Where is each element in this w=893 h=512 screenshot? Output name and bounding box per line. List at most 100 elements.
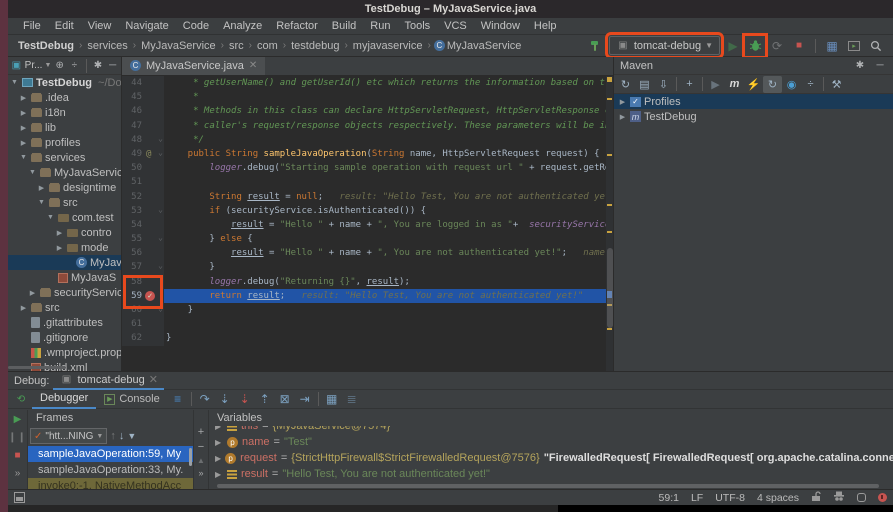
- project-tree-item[interactable]: ▼com.test: [8, 210, 121, 225]
- fold-marker-icon[interactable]: ⌄: [158, 203, 163, 217]
- code-view[interactable]: 44 * getUserName() and getUserId() etc w…: [122, 76, 613, 371]
- expand-arrow-icon[interactable]: ▶: [215, 454, 221, 463]
- gutter-cell[interactable]: 53⌄: [122, 204, 164, 218]
- tree-arrow-icon[interactable]: ▶: [37, 184, 46, 192]
- layout-settings-icon[interactable]: ≡: [168, 392, 188, 406]
- project-tree-item[interactable]: ▼services: [8, 150, 121, 165]
- project-tree-item[interactable]: ▶contro: [8, 225, 121, 240]
- resume-button[interactable]: ▶: [14, 414, 22, 425]
- next-frame-icon[interactable]: ↓: [119, 430, 125, 442]
- gutter-cell[interactable]: 60⌄: [122, 303, 164, 317]
- remove-watch-icon[interactable]: −: [198, 441, 204, 453]
- menu-window[interactable]: Window: [474, 20, 527, 32]
- toolwindow-switcher-icon[interactable]: [14, 492, 25, 503]
- more-actions-icon[interactable]: »: [15, 468, 21, 479]
- project-view-icon[interactable]: ▣: [10, 59, 23, 73]
- hector-inspector-icon[interactable]: [833, 491, 845, 505]
- tree-arrow-icon[interactable]: ▶: [618, 113, 627, 121]
- tree-arrow-icon[interactable]: ▶: [19, 304, 28, 312]
- prev-frame-icon[interactable]: ↑: [110, 430, 116, 442]
- expand-arrow-icon[interactable]: ▶: [215, 438, 223, 447]
- gutter-cell[interactable]: 52: [122, 190, 164, 204]
- collapse-all-icon[interactable]: ÷: [801, 76, 820, 93]
- frames-scrollbar[interactable]: [189, 448, 192, 466]
- error-stripe[interactable]: [606, 76, 613, 371]
- debug-button[interactable]: [746, 37, 764, 55]
- build-hammer-icon[interactable]: [587, 37, 605, 55]
- locate-file-icon[interactable]: ⊕: [53, 59, 66, 73]
- frame-row[interactable]: sampleJavaOperation:33, My.: [28, 462, 193, 478]
- fold-marker-icon[interactable]: ⌄: [158, 302, 163, 316]
- project-tree-item[interactable]: ▶src: [8, 300, 121, 315]
- expand-arrow-icon[interactable]: ▶: [215, 426, 223, 431]
- tree-arrow-icon[interactable]: ▼: [28, 169, 37, 176]
- fold-marker-icon[interactable]: ⌄: [158, 259, 163, 273]
- fold-marker-icon[interactable]: ⌄: [158, 132, 163, 146]
- expand-arrow-icon[interactable]: ▶: [215, 470, 223, 479]
- tree-arrow-icon[interactable]: ▶: [19, 94, 28, 102]
- fold-marker-icon[interactable]: ⌄: [158, 231, 163, 245]
- layout-icon[interactable]: ≣: [342, 392, 362, 406]
- project-tree-item[interactable]: .gitignore: [8, 330, 121, 345]
- gutter-cell[interactable]: 48⌄: [122, 133, 164, 147]
- memory-indicator-icon[interactable]: [857, 493, 866, 502]
- project-tree-item[interactable]: ▼MyJavaServic: [8, 165, 121, 180]
- breakpoint-icon[interactable]: ✓: [145, 291, 155, 301]
- breadcrumb-item[interactable]: testdebug: [289, 40, 341, 52]
- thread-select[interactable]: ✓ "htt...NING ▼: [30, 428, 107, 444]
- variable-row[interactable]: ▶result = "Hello Test, You are not authe…: [209, 466, 893, 482]
- project-tree-item[interactable]: MyJavaS: [8, 270, 121, 285]
- variable-row[interactable]: ▶prequest = {StrictHttpFirewall$StrictFi…: [209, 450, 893, 466]
- caret-position[interactable]: 59:1: [659, 492, 679, 504]
- hide-panel-icon[interactable]: ─: [873, 59, 887, 73]
- menu-vcs[interactable]: VCS: [437, 20, 474, 32]
- menu-help[interactable]: Help: [527, 20, 564, 32]
- breadcrumb-item[interactable]: MyJavaService: [445, 40, 524, 52]
- breadcrumb-item[interactable]: services: [85, 40, 129, 52]
- project-tree-item[interactable]: ▼TestDebug~/Dow: [8, 75, 121, 90]
- tab-debugger[interactable]: Debugger: [32, 390, 96, 409]
- tree-arrow-icon[interactable]: ▶: [19, 124, 28, 132]
- more-actions-icon[interactable]: »: [198, 468, 203, 478]
- refresh-icon[interactable]: ↻: [616, 76, 635, 93]
- menu-tools[interactable]: Tools: [397, 20, 437, 32]
- variable-row[interactable]: ▶this = {MyJavaService@7574}: [209, 426, 893, 434]
- menu-edit[interactable]: Edit: [48, 20, 81, 32]
- gutter-cell[interactable]: 59✓: [122, 289, 164, 303]
- project-tree-item[interactable]: ▶securityServic: [8, 285, 121, 300]
- lock-icon[interactable]: [811, 491, 821, 505]
- project-tree-item[interactable]: ▶.idea: [8, 90, 121, 105]
- run-configuration-select[interactable]: ▣ tomcat-debug ▼: [609, 36, 720, 55]
- run-build-icon[interactable]: ▶: [706, 76, 725, 93]
- evaluate-expression-icon[interactable]: ▦: [322, 392, 342, 406]
- variables-hscrollbar[interactable]: [217, 484, 879, 488]
- tree-arrow-icon[interactable]: ▶: [618, 98, 627, 106]
- move-watch-up-icon[interactable]: ▲: [197, 456, 205, 465]
- maven-tree-item[interactable]: ▶✓Profiles: [614, 94, 893, 109]
- menu-build[interactable]: Build: [325, 20, 363, 32]
- project-tree-item[interactable]: ▶lib: [8, 120, 121, 135]
- tree-arrow-icon[interactable]: ▶: [19, 139, 28, 147]
- debug-session-tab[interactable]: ▣ tomcat-debug ✕: [53, 372, 163, 390]
- menu-file[interactable]: File: [16, 20, 48, 32]
- execute-goal-icon[interactable]: m: [725, 76, 744, 93]
- project-tree-item[interactable]: ▶mode: [8, 240, 121, 255]
- editor-area[interactable]: C MyJavaService.java ✕ 44 * getUserName(…: [122, 57, 613, 371]
- frame-row[interactable]: invoke0:-1, NativeMethodAcc: [28, 478, 193, 489]
- project-tree-item[interactable]: ▶designtime: [8, 180, 121, 195]
- menu-code[interactable]: Code: [176, 20, 216, 32]
- breadcrumb-item[interactable]: MyJavaService: [139, 40, 218, 52]
- gutter-cell[interactable]: 45: [122, 90, 164, 104]
- gutter-cell[interactable]: 54: [122, 218, 164, 232]
- gutter-cell[interactable]: 56: [122, 246, 164, 260]
- breadcrumb-item[interactable]: com: [255, 40, 280, 52]
- menu-analyze[interactable]: Analyze: [216, 20, 269, 32]
- event-log-notification-icon[interactable]: [878, 493, 887, 502]
- encoding[interactable]: UTF-8: [715, 492, 745, 504]
- gutter-cell[interactable]: 61: [122, 317, 164, 331]
- gutter-cell[interactable]: 55⌄: [122, 232, 164, 246]
- breadcrumb-item[interactable]: TestDebug: [16, 40, 76, 52]
- stop-button[interactable]: ■: [790, 37, 808, 55]
- line-separator[interactable]: LF: [691, 492, 703, 504]
- indent[interactable]: 4 spaces: [757, 492, 799, 504]
